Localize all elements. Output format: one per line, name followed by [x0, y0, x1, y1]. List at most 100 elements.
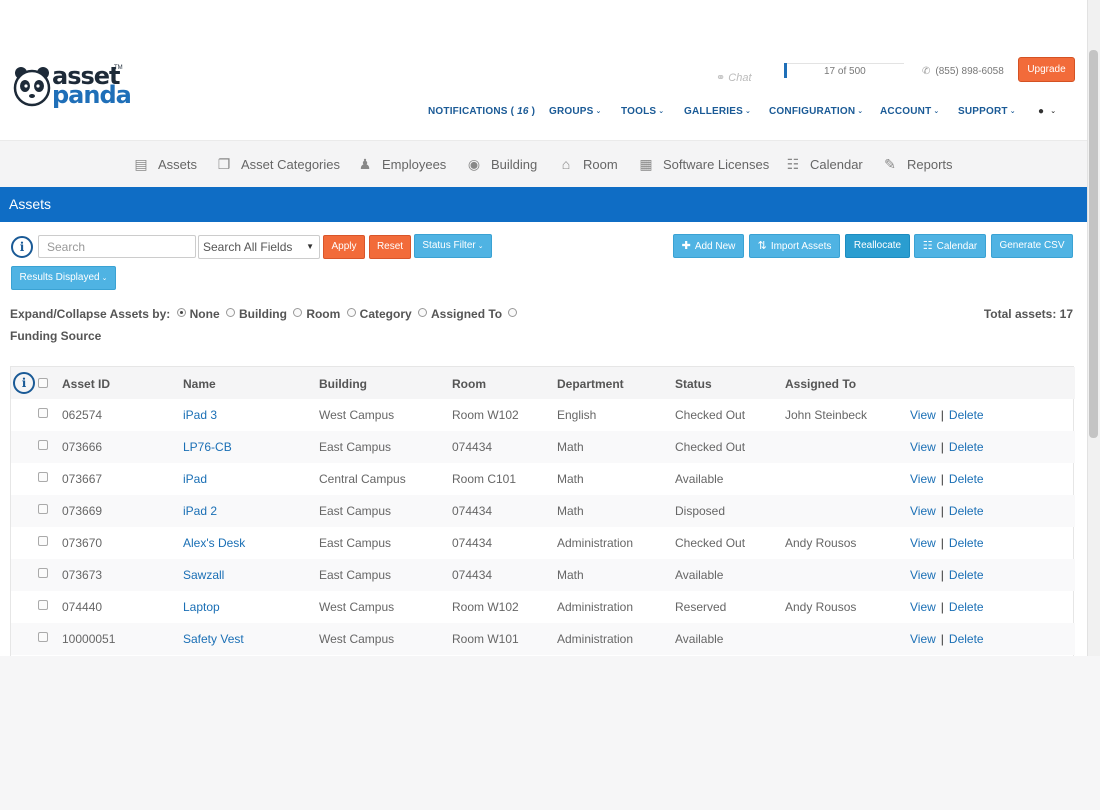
- apply-button[interactable]: Apply: [323, 235, 365, 259]
- cell-status: Checked Out: [675, 440, 746, 454]
- total-assets-count: Total assets: 17: [983, 307, 1073, 321]
- row-checkbox[interactable]: [38, 440, 48, 450]
- column-header-status[interactable]: Status: [675, 377, 712, 391]
- view-link[interactable]: View: [910, 440, 936, 454]
- info-icon[interactable]: i: [13, 372, 35, 394]
- module-software-licenses[interactable]: ▦ Software Licenses: [638, 156, 769, 173]
- view-link[interactable]: View: [910, 408, 936, 422]
- row-checkbox[interactable]: [38, 504, 48, 514]
- row-actions: View | Delete: [910, 504, 984, 518]
- select-all-checkbox[interactable]: [38, 378, 48, 388]
- status-filter-button[interactable]: Status Filter ⌄: [414, 234, 492, 258]
- search-field-select-value: Search All Fields: [203, 240, 293, 254]
- column-header-department[interactable]: Department: [557, 377, 624, 391]
- nav-support[interactable]: SUPPORT ⌄: [958, 106, 1016, 117]
- radio-building[interactable]: [225, 308, 235, 317]
- cell-building: West Campus: [319, 600, 395, 614]
- search-input[interactable]: Search: [38, 235, 196, 258]
- add-new-label: Add New: [694, 241, 736, 252]
- delete-link[interactable]: Delete: [949, 440, 984, 454]
- nav-tools[interactable]: TOOLS ⌄: [621, 106, 664, 117]
- view-link[interactable]: View: [910, 568, 936, 582]
- cell-name-link[interactable]: iPad: [183, 472, 207, 486]
- reallocate-button[interactable]: Reallocate: [845, 234, 910, 258]
- delete-link[interactable]: Delete: [949, 408, 984, 422]
- generate-csv-button[interactable]: Generate CSV: [991, 234, 1073, 258]
- upgrade-button[interactable]: Upgrade: [1018, 57, 1075, 82]
- cell-name-link[interactable]: iPad 2: [183, 504, 217, 518]
- row-checkbox[interactable]: [38, 568, 48, 578]
- cell-name-link[interactable]: Sawzall: [183, 568, 224, 582]
- cell-name-link[interactable]: iPad 3: [183, 408, 217, 422]
- module-room[interactable]: ⌂ Room: [558, 156, 618, 172]
- view-link[interactable]: View: [910, 600, 936, 614]
- nav-configuration[interactable]: CONFIGURATION ⌄: [769, 106, 863, 117]
- column-header-asset-id[interactable]: Asset ID: [62, 377, 110, 391]
- row-checkbox[interactable]: [38, 600, 48, 610]
- column-header-building[interactable]: Building: [319, 377, 367, 391]
- radio-room[interactable]: [293, 308, 303, 317]
- plus-icon: ✚: [681, 240, 691, 252]
- nav-user-menu[interactable]: ● ⌄: [1038, 106, 1056, 117]
- radio-funding-source[interactable]: [508, 308, 518, 317]
- cell-asset-id: 073669: [62, 504, 103, 518]
- module-label: Assets: [158, 157, 198, 172]
- reset-button[interactable]: Reset: [369, 235, 411, 259]
- chat-label: Chat: [728, 72, 752, 84]
- module-label: Building: [491, 157, 538, 172]
- delete-link[interactable]: Delete: [949, 504, 984, 518]
- cell-name-link[interactable]: Alex's Desk: [183, 536, 245, 550]
- results-displayed-button[interactable]: Results Displayed ⌄: [11, 266, 116, 290]
- cell-room: Room W102: [452, 600, 519, 614]
- module-label: Calendar: [810, 157, 863, 172]
- nav-groups[interactable]: GROUPS ⌄: [549, 106, 602, 117]
- nav-account[interactable]: ACCOUNT ⌄: [880, 106, 939, 117]
- radio-category[interactable]: [346, 308, 356, 317]
- module-assets[interactable]: ▤ Assets: [133, 156, 197, 173]
- categories-icon: ❐: [217, 156, 231, 172]
- delete-link[interactable]: Delete: [949, 472, 984, 486]
- calendar-button[interactable]: ☷ Calendar: [914, 234, 986, 258]
- nav-galleries[interactable]: GALLERIES ⌄: [684, 106, 751, 117]
- row-checkbox[interactable]: [38, 408, 48, 418]
- scrollbar-thumb[interactable]: [1089, 50, 1098, 438]
- column-header-assigned-to[interactable]: Assigned To: [785, 377, 856, 391]
- empty-viewport-area: [0, 656, 1100, 810]
- module-calendar[interactable]: ☷ Calendar: [785, 156, 863, 173]
- nav-notifications[interactable]: NOTIFICATIONS ( 16 ): [428, 106, 535, 117]
- info-icon[interactable]: i: [11, 236, 33, 258]
- module-asset-categories[interactable]: ❐ Asset Categories: [216, 156, 340, 173]
- row-checkbox[interactable]: [38, 536, 48, 546]
- page-title: Assets: [9, 196, 52, 212]
- radio-none[interactable]: [176, 308, 186, 317]
- delete-link[interactable]: Delete: [949, 568, 984, 582]
- delete-link[interactable]: Delete: [949, 600, 984, 614]
- row-checkbox[interactable]: [38, 632, 48, 642]
- view-link[interactable]: View: [910, 472, 936, 486]
- cell-name-link[interactable]: Laptop: [183, 600, 220, 614]
- search-field-select[interactable]: Search All Fields ▼: [198, 235, 320, 259]
- add-new-button[interactable]: ✚ Add New: [673, 234, 744, 258]
- module-employees[interactable]: ♟ Employees: [357, 156, 447, 173]
- nav-groups-label: GROUPS: [549, 106, 594, 117]
- cell-name-link[interactable]: Safety Vest: [183, 632, 244, 646]
- column-header-room[interactable]: Room: [452, 377, 486, 391]
- module-building[interactable]: ◉ Building: [466, 156, 537, 173]
- delete-link[interactable]: Delete: [949, 536, 984, 550]
- row-actions: View | Delete: [910, 408, 984, 422]
- cell-room: Room W102: [452, 408, 519, 422]
- row-checkbox[interactable]: [38, 472, 48, 482]
- delete-link[interactable]: Delete: [949, 632, 984, 646]
- import-assets-button[interactable]: ⇅ Import Assets: [749, 234, 840, 258]
- calendar-button-label: Calendar: [936, 241, 978, 252]
- chat-link[interactable]: ⚭ Chat: [716, 71, 752, 84]
- radio-assigned-to[interactable]: [418, 308, 428, 317]
- module-reports[interactable]: ✎ Reports: [882, 156, 952, 173]
- view-link[interactable]: View: [910, 504, 936, 518]
- view-link[interactable]: View: [910, 632, 936, 646]
- cell-name-link[interactable]: LP76-CB: [183, 440, 232, 454]
- view-link[interactable]: View: [910, 536, 936, 550]
- assets-table: i Asset ID Name Building Room Department…: [10, 366, 1075, 656]
- column-header-name[interactable]: Name: [183, 377, 216, 391]
- radio-label-funding-source: Funding Source: [10, 329, 102, 343]
